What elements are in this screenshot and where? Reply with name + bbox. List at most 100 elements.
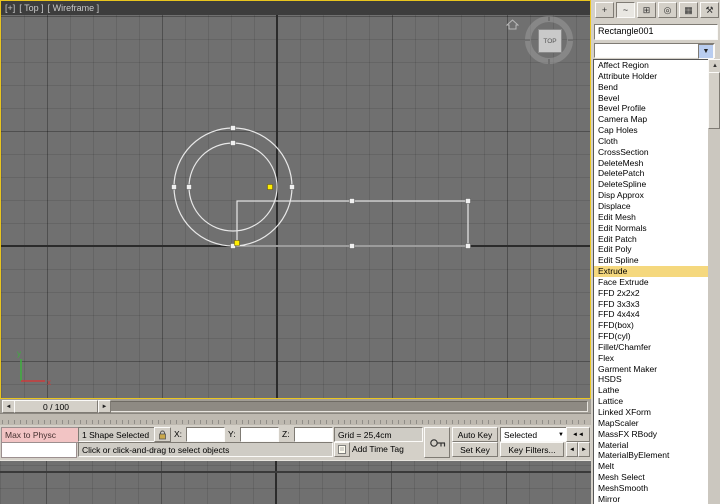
modifier-list-scrollbar[interactable]: ▲ bbox=[708, 59, 720, 504]
maxscript-mini-listener[interactable] bbox=[1, 442, 77, 458]
previous-frame-button[interactable]: ◄ bbox=[566, 442, 578, 457]
viewcube-tick-w bbox=[525, 39, 530, 41]
key-filter-selected-dropdown[interactable]: Selected ▼ bbox=[500, 427, 567, 442]
modifier-list-item[interactable]: Lathe bbox=[594, 385, 708, 396]
modifier-list-item[interactable]: Cap Holes bbox=[594, 125, 708, 136]
modifier-list-item[interactable]: DeleteSpline bbox=[594, 179, 708, 190]
viewcube-home-icon[interactable] bbox=[506, 19, 519, 30]
selected-filter-value: Selected bbox=[504, 429, 538, 440]
modifier-list-item[interactable]: MassFX RBody bbox=[594, 429, 708, 440]
viewport-titlebar: [+] [ Top ] [ Wireframe ] bbox=[1, 1, 590, 15]
modifier-list-combo[interactable]: ▼ bbox=[594, 43, 715, 59]
go-to-start-button[interactable]: ◄◄ bbox=[566, 427, 590, 442]
axis-x-label: x bbox=[47, 378, 51, 387]
modifier-list-item[interactable]: Edit Spline bbox=[594, 255, 708, 266]
motion-tab-icon[interactable]: ◎ bbox=[658, 2, 677, 18]
modifier-list-item[interactable]: Affect Region bbox=[594, 60, 708, 71]
modifier-list-item[interactable]: Edit Poly bbox=[594, 244, 708, 255]
axis-y-label: y bbox=[17, 349, 21, 358]
modifier-list-item[interactable]: Bend bbox=[594, 82, 708, 93]
grid-setting-display: Grid = 25,4cm bbox=[334, 427, 423, 442]
set-key-button[interactable]: Set Key bbox=[452, 442, 498, 457]
modifier-list-item[interactable]: Mirror bbox=[594, 494, 708, 504]
x-coord-label: X: bbox=[174, 429, 183, 439]
modifier-list-item[interactable]: FFD 3x3x3 bbox=[594, 299, 708, 310]
modifier-list-item[interactable]: DeletePatch bbox=[594, 168, 708, 179]
selected-shape-spline[interactable]: x y bbox=[1, 15, 590, 398]
viewcube[interactable]: TOP bbox=[525, 16, 573, 64]
modifier-list-item[interactable]: Lattice bbox=[594, 396, 708, 407]
status-bar: Max to Physc 1 Shape Selected X: Y: Z: G… bbox=[0, 425, 591, 460]
modifier-list-item[interactable]: Cloth bbox=[594, 136, 708, 147]
modifier-list-item[interactable]: Attribute Holder bbox=[594, 71, 708, 82]
modify-tab-icon[interactable]: ~ bbox=[616, 2, 635, 18]
macro-recorder-listener[interactable]: Max to Physc bbox=[1, 427, 80, 443]
modifier-list-item[interactable]: Bevel bbox=[594, 93, 708, 104]
modifier-list-item[interactable]: Displace bbox=[594, 201, 708, 212]
auto-key-button[interactable]: Auto Key bbox=[452, 427, 498, 442]
viewcube-top-face[interactable]: TOP bbox=[538, 29, 562, 53]
modifier-list-item[interactable]: Bevel Profile bbox=[594, 103, 708, 114]
modifier-list-item[interactable]: FFD 4x4x4 bbox=[594, 309, 708, 320]
time-slider-handle[interactable]: 0 / 100 bbox=[14, 400, 98, 413]
viewport-menu-label[interactable]: [+] bbox=[5, 3, 15, 13]
modifier-list-item[interactable]: MaterialByElement bbox=[594, 450, 708, 461]
vertex-markers bbox=[171, 125, 471, 249]
secondary-viewport-strip[interactable] bbox=[0, 460, 591, 504]
add-time-tag-button[interactable] bbox=[334, 442, 350, 457]
modifier-list-item[interactable]: FFD 2x2x2 bbox=[594, 288, 708, 299]
modifier-list-item[interactable]: Linked XForm bbox=[594, 407, 708, 418]
modifier-list-item[interactable]: Camera Map bbox=[594, 114, 708, 125]
viewcube-tick-e bbox=[568, 39, 573, 41]
key-filters-button[interactable]: Key Filters... bbox=[500, 442, 564, 457]
create-tab-icon[interactable]: + bbox=[595, 2, 614, 18]
modifier-list-item[interactable]: Disp Approx bbox=[594, 190, 708, 201]
track-bar-ticks bbox=[2, 420, 589, 424]
modifier-list-item[interactable]: Material bbox=[594, 440, 708, 451]
selection-lock-button[interactable] bbox=[154, 427, 171, 442]
y-coord-label: Y: bbox=[228, 429, 236, 439]
modifier-list-item[interactable]: Mesh Select bbox=[594, 472, 708, 483]
next-frame-arrow-button[interactable]: ► bbox=[98, 400, 111, 413]
viewport-shading-label[interactable]: [ Wireframe ] bbox=[48, 3, 100, 13]
display-tab-icon[interactable]: ▦ bbox=[679, 2, 698, 18]
set-keys-button[interactable] bbox=[424, 427, 450, 458]
y-coord-field[interactable] bbox=[240, 427, 279, 442]
utilities-tab-icon[interactable]: ⚒ bbox=[700, 2, 719, 18]
modifier-list-item[interactable]: Melt bbox=[594, 461, 708, 472]
x-coord-field[interactable] bbox=[186, 427, 225, 442]
viewport-view-label[interactable]: [ Top ] bbox=[19, 3, 43, 13]
modifier-list-item[interactable]: MapScaler bbox=[594, 418, 708, 429]
modifier-list-item[interactable]: MeshSmooth bbox=[594, 483, 708, 494]
modifier-list-item[interactable]: DeleteMesh bbox=[594, 158, 708, 169]
3dsmax-window: [+] [ Top ] [ Wireframe ] x y TOP + ~ ⊞ … bbox=[0, 0, 720, 504]
command-panel: + ~ ⊞ ◎ ▦ ⚒ Rectangle001 ▼ Affect Region Attri… bbox=[591, 0, 720, 504]
viewport-canvas[interactable]: x y TOP bbox=[1, 15, 590, 398]
modifier-list-item[interactable]: Edit Patch bbox=[594, 234, 708, 245]
modifier-list-item[interactable]: Fillet/Chamfer bbox=[594, 342, 708, 353]
modifier-list-item[interactable]: FFD(box) bbox=[594, 320, 708, 331]
add-time-tag-label[interactable]: Add Time Tag bbox=[352, 444, 404, 454]
strip-grid-axis-h bbox=[0, 471, 591, 473]
scrollbar-thumb[interactable] bbox=[708, 72, 720, 129]
combo-dropdown-arrow-icon[interactable]: ▼ bbox=[698, 44, 714, 59]
modifier-list-item[interactable]: Extrude bbox=[594, 266, 708, 277]
modifier-list-item[interactable]: Edit Mesh bbox=[594, 212, 708, 223]
scrollbar-up-arrow-icon[interactable]: ▲ bbox=[708, 59, 720, 73]
hierarchy-tab-icon[interactable]: ⊞ bbox=[637, 2, 656, 18]
z-coord-label: Z: bbox=[282, 429, 290, 439]
modifier-list-item[interactable]: HSDS bbox=[594, 374, 708, 385]
modifier-list-item[interactable]: Face Extrude bbox=[594, 277, 708, 288]
main-viewport[interactable]: [+] [ Top ] [ Wireframe ] x y TOP bbox=[0, 0, 591, 399]
z-coord-field[interactable] bbox=[294, 427, 333, 442]
dropdown-arrow-icon[interactable]: ▼ bbox=[558, 432, 564, 438]
world-axis-tripod: x y bbox=[17, 349, 51, 387]
modifier-list-item[interactable]: Flex bbox=[594, 353, 708, 364]
lock-icon bbox=[159, 430, 166, 439]
modifier-list-item[interactable]: Garment Maker bbox=[594, 364, 708, 375]
object-name-field[interactable]: Rectangle001 bbox=[594, 24, 718, 40]
modifier-list-item[interactable]: FFD(cyl) bbox=[594, 331, 708, 342]
modifier-list-item[interactable]: CrossSection bbox=[594, 147, 708, 158]
play-button[interactable]: ► bbox=[578, 442, 590, 457]
modifier-list-item[interactable]: Edit Normals bbox=[594, 223, 708, 234]
